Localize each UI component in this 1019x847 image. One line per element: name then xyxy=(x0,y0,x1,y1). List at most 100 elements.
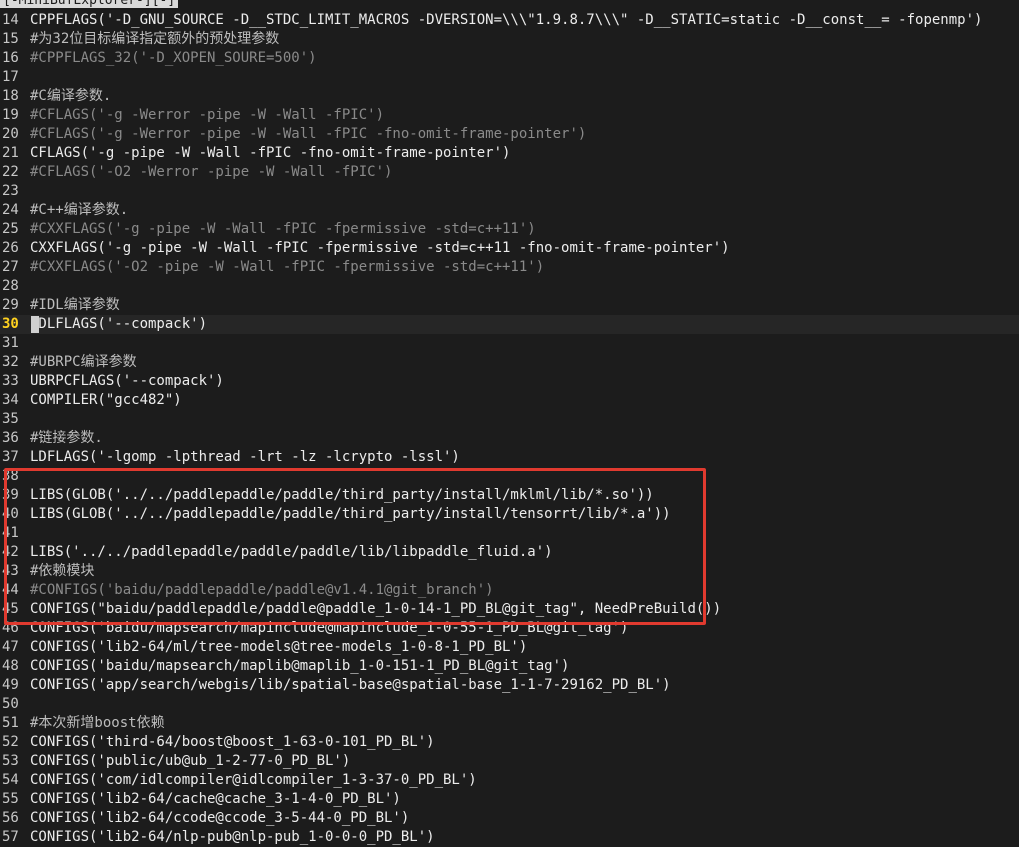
code-line-35[interactable]: 35 xyxy=(0,410,1019,429)
code-line-16[interactable]: 16 #CPPFLAGS_32('-D_XOPEN_SOURE=500') xyxy=(0,49,1019,68)
code-line-33[interactable]: 33 UBRPCFLAGS('--compack') xyxy=(0,372,1019,391)
code-line-51[interactable]: 51 #本次新增boost依赖 xyxy=(0,714,1019,733)
line-text[interactable]: CONFIGS('public/ub@ub_1-2-77-0_PD_BL') xyxy=(30,752,350,771)
line-text[interactable]: COMPILER("gcc482") xyxy=(30,391,182,410)
line-number: 37 xyxy=(2,449,19,465)
code-line-55[interactable]: 55 CONFIGS('lib2-64/cache@cache_3-1-4-0_P… xyxy=(0,790,1019,809)
line-text[interactable]: LDFLAGS('-lgomp -lpthread -lrt -lz -lcry… xyxy=(30,448,460,467)
line-text[interactable]: #C++编译参数. xyxy=(30,201,128,220)
line-text[interactable]: #CXXFLAGS('-g -pipe -W -Wall -fPIC -fper… xyxy=(30,220,536,239)
line-text[interactable]: #C编译参数. xyxy=(30,87,111,106)
code-line-21[interactable]: 21 CFLAGS('-g -pipe -W -Wall -fPIC -fno-o… xyxy=(0,144,1019,163)
line-text[interactable]: #UBRPC编译参数 xyxy=(30,353,137,372)
code-line-48[interactable]: 48 CONFIGS('baidu/mapsearch/maplib@maplib… xyxy=(0,657,1019,676)
code-line-31[interactable]: 31 xyxy=(0,334,1019,353)
code-line-23[interactable]: 23 xyxy=(0,182,1019,201)
line-text[interactable]: LIBS('../../paddlepaddle/paddle/paddle/l… xyxy=(30,543,553,562)
code-line-46[interactable]: 46 CONFIGS('baidu/mapsearch/mapinclude@ma… xyxy=(0,619,1019,638)
code-line-44[interactable]: 44 #CONFIGS('baidu/paddlepaddle/paddle@v1… xyxy=(0,581,1019,600)
line-text[interactable]: CONFIGS('lib2-64/cache@cache_3-1-4-0_PD_… xyxy=(30,790,401,809)
line-text[interactable]: CONFIGS('lib2-64/nlp-pub@nlp-pub_1-0-0-0… xyxy=(30,828,435,847)
line-text[interactable]: CPPFLAGS('-D_GNU_SOURCE -D__STDC_LIMIT_M… xyxy=(30,11,982,30)
code-line-38[interactable]: 38 xyxy=(0,467,1019,486)
line-text[interactable]: CONFIGS('baidu/mapsearch/maplib@maplib_1… xyxy=(30,657,569,676)
line-text[interactable]: LIBS(GLOB('../../paddlepaddle/paddle/thi… xyxy=(30,486,654,505)
line-text[interactable]: CFLAGS('-g -pipe -W -Wall -fPIC -fno-omi… xyxy=(30,144,510,163)
line-text[interactable]: CONFIGS('com/idlcompiler@idlcompiler_1-3… xyxy=(30,771,477,790)
line-number: 44 xyxy=(2,582,19,598)
code-line-20[interactable]: 20 #CFLAGS('-g -Werror -pipe -W -Wall -fP… xyxy=(0,125,1019,144)
line-text[interactable]: #为32位目标编译指定额外的预处理参数 xyxy=(30,30,279,49)
line-text[interactable]: #CPPFLAGS_32('-D_XOPEN_SOURE=500') xyxy=(30,49,317,68)
line-text[interactable]: #本次新增boost依赖 xyxy=(30,714,165,733)
line-number: 53 xyxy=(2,753,19,769)
code-line-37[interactable]: 37 LDFLAGS('-lgomp -lpthread -lrt -lz -lc… xyxy=(0,448,1019,467)
minibuf-explorer-bar[interactable]: [-MiniBufExplorer-][-] xyxy=(0,0,179,8)
line-text[interactable]: CONFIGS('lib2-64/ml/tree-models@tree-mod… xyxy=(30,638,527,657)
line-text[interactable]: #链接参数. xyxy=(30,429,103,448)
line-text[interactable]: CONFIGS('third-64/boost@boost_1-63-0-101… xyxy=(30,733,435,752)
code-line-36[interactable]: 36 #链接参数. xyxy=(0,429,1019,448)
code-line-43[interactable]: 43 #依赖模块 xyxy=(0,562,1019,581)
code-line-26[interactable]: 26 CXXFLAGS('-g -pipe -W -Wall -fPIC -fpe… xyxy=(0,239,1019,258)
code-line-32[interactable]: 32 #UBRPC编译参数 xyxy=(0,353,1019,372)
line-number: 27 xyxy=(2,259,19,275)
line-text[interactable]: #CXXFLAGS('-O2 -pipe -W -Wall -fPIC -fpe… xyxy=(30,258,544,277)
line-text[interactable]: CONFIGS('lib2-64/ccode@ccode_3-5-44-0_PD… xyxy=(30,809,409,828)
line-text[interactable]: CXXFLAGS('-g -pipe -W -Wall -fPIC -fperm… xyxy=(30,239,730,258)
code-line-14[interactable]: 14 CPPFLAGS('-D_GNU_SOURCE -D__STDC_LIMIT… xyxy=(0,11,1019,30)
code-line-25[interactable]: 25 #CXXFLAGS('-g -pipe -W -Wall -fPIC -fp… xyxy=(0,220,1019,239)
line-number: 48 xyxy=(2,658,19,674)
line-number: 26 xyxy=(2,240,19,256)
line-text[interactable]: #IDL编译参数 xyxy=(30,296,120,315)
line-text[interactable]: UBRPCFLAGS('--compack') xyxy=(30,372,224,391)
line-number: 22 xyxy=(2,164,19,180)
line-text[interactable]: #CFLAGS('-g -Werror -pipe -W -Wall -fPIC… xyxy=(30,106,384,125)
code-line-50[interactable]: 50 xyxy=(0,695,1019,714)
code-line-17[interactable]: 17 xyxy=(0,68,1019,87)
code-line-53[interactable]: 53 CONFIGS('public/ub@ub_1-2-77-0_PD_BL') xyxy=(0,752,1019,771)
line-number: 55 xyxy=(2,791,19,807)
line-text[interactable]: CONFIGS("baidu/paddlepaddle/paddle@paddl… xyxy=(30,600,721,619)
line-text[interactable]: CONFIGS('baidu/mapsearch/mapinclude@mapi… xyxy=(30,619,628,638)
code-line-40[interactable]: 40 LIBS(GLOB('../../paddlepaddle/paddle/t… xyxy=(0,505,1019,524)
code-line-54[interactable]: 54 CONFIGS('com/idlcompiler@idlcompiler_1… xyxy=(0,771,1019,790)
code-line-18[interactable]: 18 #C编译参数. xyxy=(0,87,1019,106)
line-text[interactable]: #依赖模块 xyxy=(30,562,94,581)
line-number: 20 xyxy=(2,126,19,142)
line-text[interactable]: #CFLAGS('-g -Werror -pipe -W -Wall -fPIC… xyxy=(30,125,586,144)
code-line-22[interactable]: 22 #CFLAGS('-O2 -Werror -pipe -W -Wall -f… xyxy=(0,163,1019,182)
line-number: 29 xyxy=(2,297,19,313)
code-line-47[interactable]: 47 CONFIGS('lib2-64/ml/tree-models@tree-m… xyxy=(0,638,1019,657)
code-line-42[interactable]: 42 LIBS('../../paddlepaddle/paddle/paddle… xyxy=(0,543,1019,562)
code-line-34[interactable]: 34 COMPILER("gcc482") xyxy=(0,391,1019,410)
code-editor[interactable]: 14 CPPFLAGS('-D_GNU_SOURCE -D__STDC_LIMIT… xyxy=(0,11,1019,847)
line-text[interactable]: IDLFLAGS('--compack') xyxy=(30,315,207,334)
line-number: 49 xyxy=(2,677,19,693)
code-line-27[interactable]: 27 #CXXFLAGS('-O2 -pipe -W -Wall -fPIC -f… xyxy=(0,258,1019,277)
code-line-19[interactable]: 19 #CFLAGS('-g -Werror -pipe -W -Wall -fP… xyxy=(0,106,1019,125)
line-number: 32 xyxy=(2,354,19,370)
code-line-52[interactable]: 52 CONFIGS('third-64/boost@boost_1-63-0-1… xyxy=(0,733,1019,752)
code-line-57[interactable]: 57 CONFIGS('lib2-64/nlp-pub@nlp-pub_1-0-0… xyxy=(0,828,1019,847)
line-text[interactable]: LIBS(GLOB('../../paddlepaddle/paddle/thi… xyxy=(30,505,671,524)
line-number: 50 xyxy=(2,696,19,712)
code-line-39[interactable]: 39 LIBS(GLOB('../../paddlepaddle/paddle/t… xyxy=(0,486,1019,505)
code-line-29[interactable]: 29 #IDL编译参数 xyxy=(0,296,1019,315)
line-text[interactable]: CONFIGS('app/search/webgis/lib/spatial-b… xyxy=(30,676,671,695)
line-text[interactable]: #CONFIGS('baidu/paddlepaddle/paddle@v1.4… xyxy=(30,581,494,600)
line-number: 38 xyxy=(2,468,19,484)
line-number: 52 xyxy=(2,734,19,750)
code-line-41[interactable]: 41 xyxy=(0,524,1019,543)
code-line-30[interactable]: 30 IDLFLAGS('--compack') xyxy=(0,315,1019,334)
code-line-15[interactable]: 15 #为32位目标编译指定额外的预处理参数 xyxy=(0,30,1019,49)
line-text[interactable]: #CFLAGS('-O2 -Werror -pipe -W -Wall -fPI… xyxy=(30,163,392,182)
line-number: 28 xyxy=(2,278,19,294)
line-number: 47 xyxy=(2,639,19,655)
code-line-49[interactable]: 49 CONFIGS('app/search/webgis/lib/spatial… xyxy=(0,676,1019,695)
code-line-24[interactable]: 24 #C++编译参数. xyxy=(0,201,1019,220)
code-line-45[interactable]: 45 CONFIGS("baidu/paddlepaddle/paddle@pad… xyxy=(0,600,1019,619)
code-line-28[interactable]: 28 xyxy=(0,277,1019,296)
line-number: 30 xyxy=(2,316,19,332)
code-line-56[interactable]: 56 CONFIGS('lib2-64/ccode@ccode_3-5-44-0_… xyxy=(0,809,1019,828)
